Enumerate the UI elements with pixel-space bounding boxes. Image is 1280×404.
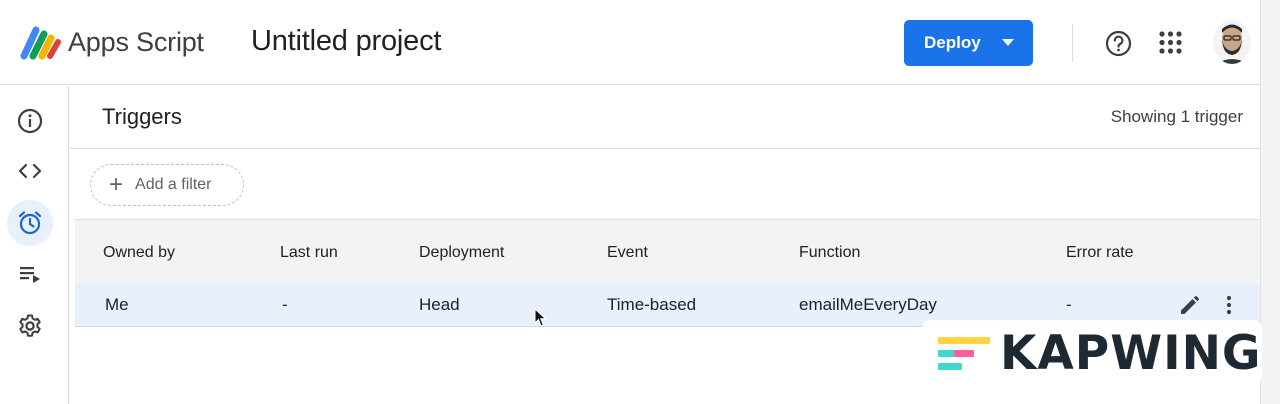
column-header-error-rate[interactable]: Error rate xyxy=(1066,244,1134,262)
rail-item-overview[interactable] xyxy=(7,98,53,144)
alarm-clock-icon xyxy=(18,211,42,235)
cell-last-run: - xyxy=(282,295,288,314)
column-header-event[interactable]: Event xyxy=(607,244,648,262)
column-header-deployment[interactable]: Deployment xyxy=(419,244,504,262)
column-header-function[interactable]: Function xyxy=(799,244,860,262)
kapwing-watermark: KAPWING xyxy=(922,320,1262,384)
watermark-text: KAPWING xyxy=(1000,326,1262,381)
google-apps-icon[interactable] xyxy=(1159,31,1182,54)
add-filter-button[interactable]: + Add a filter xyxy=(90,164,244,206)
deploy-button[interactable]: Deploy xyxy=(904,20,1033,66)
top-app-bar: Apps Script Untitled project Deploy xyxy=(0,0,1280,85)
trigger-count: Showing 1 trigger xyxy=(1110,107,1243,126)
info-icon xyxy=(17,108,43,134)
page-title: Triggers xyxy=(102,104,182,129)
code-icon xyxy=(18,163,42,179)
gear-icon xyxy=(19,314,41,337)
cell-deployment: Head xyxy=(419,295,460,314)
more-vert-icon[interactable] xyxy=(1218,294,1240,316)
column-header-owned-by[interactable]: Owned by xyxy=(103,244,175,262)
edit-pencil-icon[interactable] xyxy=(1178,295,1200,317)
panel-header: Triggers Showing 1 trigger xyxy=(70,86,1260,149)
left-navigation-rail xyxy=(0,86,69,404)
playlist-play-icon xyxy=(20,267,40,283)
rail-item-project-settings[interactable] xyxy=(7,303,53,349)
column-header-last-run[interactable]: Last run xyxy=(280,244,338,262)
dropdown-caret-icon xyxy=(1002,39,1014,46)
deploy-button-label: Deploy xyxy=(924,33,981,52)
rail-item-executions[interactable] xyxy=(7,251,53,297)
account-avatar[interactable] xyxy=(1213,20,1251,64)
rail-item-triggers[interactable] xyxy=(7,200,53,246)
help-icon[interactable] xyxy=(1105,30,1132,57)
cell-function: emailMeEveryDay xyxy=(799,295,937,314)
app-name: Apps Script xyxy=(68,27,204,57)
project-title[interactable]: Untitled project xyxy=(251,25,441,58)
cell-event: Time-based xyxy=(607,295,697,314)
rail-item-editor[interactable] xyxy=(7,148,53,194)
header-divider xyxy=(1072,24,1073,62)
window-scrollbar[interactable] xyxy=(1260,0,1280,404)
cell-error-rate: - xyxy=(1066,295,1072,314)
plus-icon: + xyxy=(109,171,124,198)
apps-script-logo[interactable] xyxy=(20,26,62,60)
table-header: Owned by Last run Deployment Event Funct… xyxy=(75,219,1260,284)
add-filter-label: Add a filter xyxy=(135,176,212,193)
cell-owned-by: Me xyxy=(105,295,129,314)
kapwing-logo-icon xyxy=(938,337,990,370)
mouse-cursor-icon xyxy=(534,308,547,327)
